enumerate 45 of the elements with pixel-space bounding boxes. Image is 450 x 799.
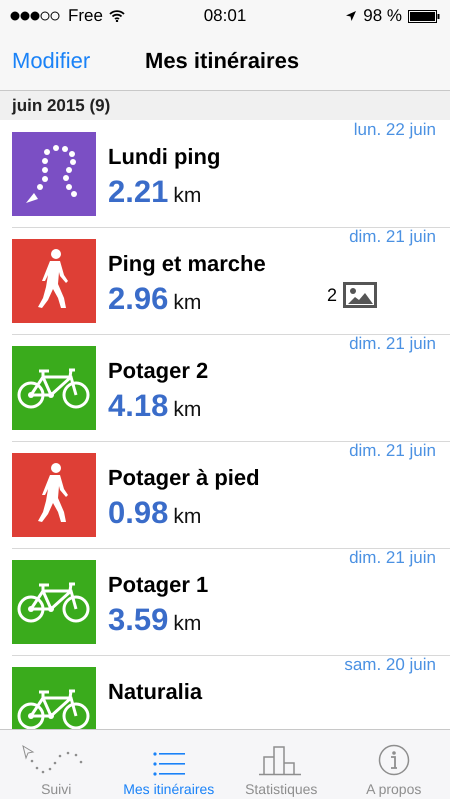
route-date: dim. 21 juin	[349, 548, 436, 568]
photo-count: 2	[327, 284, 338, 306]
route-date: lun. 22 juin	[354, 120, 436, 140]
route-row[interactable]: Potager 2 4.18 km dim. 21 juin	[0, 334, 450, 441]
signal-icon	[10, 11, 62, 21]
distance-unit: km	[173, 505, 202, 529]
bicycle-icon	[17, 366, 91, 410]
route-row[interactable]: Ping et marche 2.96 km dim. 21 juin 2	[0, 227, 450, 334]
route-date: dim. 21 juin	[349, 334, 436, 354]
route-date: dim. 21 juin	[349, 227, 436, 247]
route-row[interactable]: Potager 1 3.59 km dim. 21 juin	[0, 548, 450, 655]
wifi-icon	[108, 10, 125, 22]
route-row[interactable]: Naturalia sam. 20 juin	[0, 655, 450, 729]
battery-percent: 98 %	[363, 6, 402, 26]
bar-chart-icon	[259, 746, 304, 776]
edit-button[interactable]: Modifier	[0, 48, 102, 74]
photo-icon	[343, 282, 378, 308]
section-header: juin 2015 (9)	[0, 91, 450, 120]
route-name: Naturalia	[108, 679, 202, 705]
distance-value: 0.98	[108, 495, 168, 531]
distance-unit: km	[173, 184, 202, 208]
distance-value: 2.21	[108, 174, 168, 210]
route-name: Ping et marche	[108, 251, 266, 277]
distance-value: 3.59	[108, 602, 168, 638]
info-icon	[378, 744, 410, 776]
route-row[interactable]: Potager à pied 0.98 km dim. 21 juin	[0, 441, 450, 548]
distance-value: 2.96	[108, 281, 168, 317]
carrier: Free	[68, 6, 103, 26]
route-name: Potager 2	[108, 358, 208, 384]
clock: 08:01	[204, 6, 246, 26]
route-name: Potager à pied	[108, 465, 260, 491]
battery-icon	[408, 10, 440, 22]
bicycle-icon	[17, 580, 91, 624]
distance-unit: km	[173, 612, 202, 636]
route-name: Potager 1	[108, 572, 208, 598]
location-icon	[345, 10, 358, 22]
route-date: dim. 21 juin	[349, 441, 436, 461]
route-date: sam. 20 juin	[344, 655, 436, 675]
distance-unit: km	[173, 398, 202, 422]
route-name: Lundi ping	[108, 144, 220, 170]
route-row[interactable]: Lundi ping 2.21 km lun. 22 juin	[0, 120, 450, 227]
screen-title: Mes itinéraires	[145, 48, 300, 74]
distance-value: 4.18	[108, 388, 168, 424]
distance-unit: km	[173, 291, 202, 315]
list-icon	[152, 752, 185, 776]
